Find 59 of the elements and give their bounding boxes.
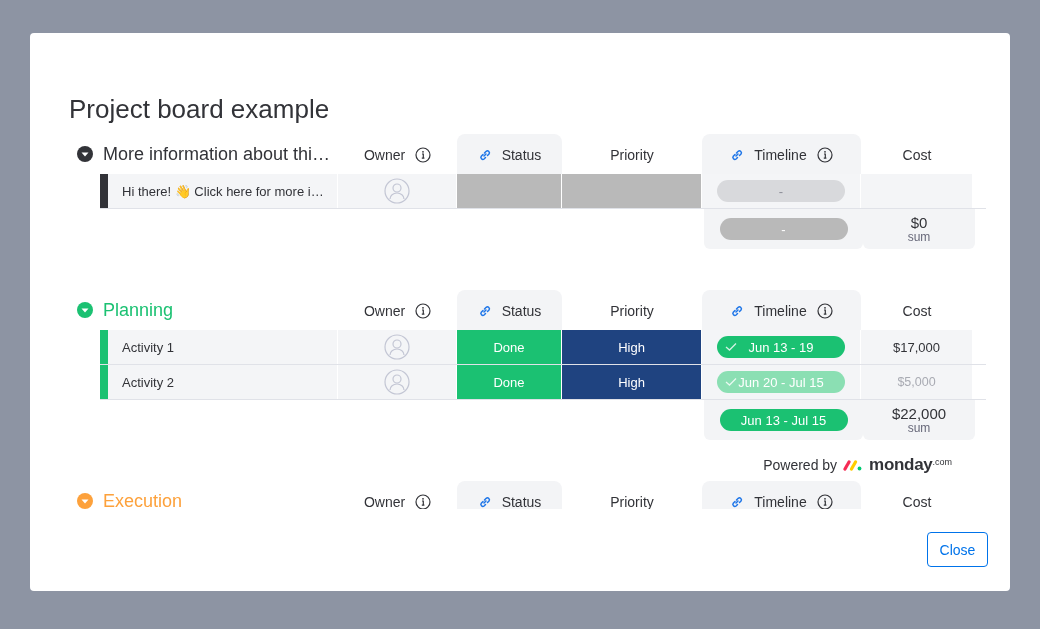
dialog-title: Project board example	[69, 93, 330, 126]
info-icon[interactable]	[415, 147, 432, 163]
item-name[interactable]: Activity 2	[108, 365, 338, 399]
column-header[interactable]: Owner	[338, 290, 457, 330]
sum-caption: sum	[907, 422, 931, 435]
brand-name: monday	[869, 454, 933, 475]
priority-cell[interactable]: High	[562, 330, 702, 364]
column-header[interactable]: Status	[457, 481, 562, 509]
column-header[interactable]: Timeline	[702, 134, 861, 174]
info-icon[interactable]	[816, 303, 833, 319]
group-title[interactable]: More information about thi…	[103, 143, 331, 165]
row-color-bar	[100, 174, 108, 208]
column-header[interactable]: Timeline	[702, 290, 861, 330]
column-header[interactable]: Timeline	[702, 481, 861, 509]
check-icon	[725, 342, 737, 352]
avatar-icon[interactable]	[384, 369, 410, 395]
link-icon	[477, 148, 492, 162]
check-icon	[725, 377, 737, 387]
column-header[interactable]: Priority	[562, 134, 702, 174]
column-header[interactable]: Status	[457, 134, 562, 174]
column-header[interactable]: Priority	[562, 481, 702, 509]
link-icon	[730, 148, 745, 162]
cost-sum: $22,000	[891, 405, 947, 422]
status-cell[interactable]	[457, 174, 562, 208]
timeline-summary-pill: -	[719, 218, 848, 240]
link-icon	[477, 495, 492, 509]
link-icon	[730, 495, 745, 509]
column-header[interactable]: Priority	[562, 290, 702, 330]
info-icon[interactable]	[415, 303, 432, 319]
sum-caption: sum	[907, 231, 931, 244]
link-icon	[730, 304, 745, 318]
cost-cell[interactable]: $17,000	[861, 330, 973, 364]
owner-cell[interactable]	[338, 174, 457, 208]
item-name[interactable]: Hi there! 👋 Click here for more i…	[108, 174, 338, 208]
link-icon	[477, 304, 492, 318]
priority-cell[interactable]: High	[562, 365, 702, 399]
timeline-summary-pill: Jun 13 - Jul 15	[719, 409, 848, 431]
avatar-icon[interactable]	[384, 178, 410, 204]
info-icon[interactable]	[816, 494, 833, 509]
cost-cell[interactable]	[861, 174, 973, 208]
priority-cell[interactable]	[562, 174, 702, 208]
info-icon[interactable]	[415, 494, 432, 509]
owner-cell[interactable]	[338, 365, 457, 399]
close-button[interactable]: Close	[927, 532, 988, 567]
logo-icon	[843, 458, 864, 471]
column-header[interactable]: Owner	[338, 134, 457, 174]
powered-by-label: Powered by	[763, 455, 838, 475]
column-header[interactable]: Cost	[861, 290, 973, 330]
column-header[interactable]: Cost	[861, 134, 973, 174]
cost-sum: $0	[910, 214, 928, 231]
avatar-icon[interactable]	[384, 334, 410, 360]
owner-cell[interactable]	[338, 330, 457, 364]
info-icon[interactable]	[816, 147, 833, 163]
item-name[interactable]: Activity 1	[108, 330, 338, 364]
column-header[interactable]: Status	[457, 290, 562, 330]
brand-suffix: .com	[932, 456, 952, 467]
collapse-icon[interactable]	[77, 146, 93, 162]
column-header[interactable]: Cost	[861, 481, 973, 509]
column-header[interactable]: Owner	[338, 481, 457, 509]
